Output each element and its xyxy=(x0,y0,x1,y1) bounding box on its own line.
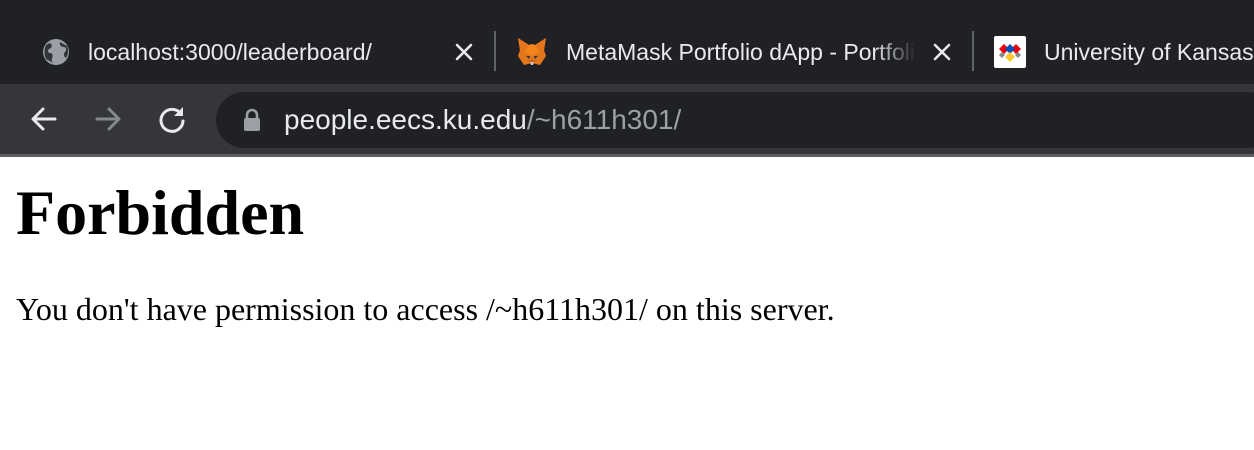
page-content: Forbidden You don't have permission to a… xyxy=(0,157,1254,450)
error-message: You don't have permission to access /~h6… xyxy=(16,291,835,327)
ku-logo-icon xyxy=(994,36,1026,68)
back-arrow-icon[interactable] xyxy=(24,99,64,139)
browser-toolbar: people.eecs.ku.edu/~h611h301/ xyxy=(0,84,1254,154)
tab-metamask-portfolio[interactable]: MetaMask Portfolio dApp - Portfolio xyxy=(496,14,972,84)
tab-title: University of Kansas xyxy=(1044,39,1254,65)
page-title: Forbidden xyxy=(16,177,305,248)
close-tab-icon[interactable] xyxy=(450,38,478,66)
metamask-fox-icon xyxy=(516,36,548,68)
url-path: /~h611h301/ xyxy=(526,104,682,135)
tab-title: MetaMask Portfolio dApp - Portfolio xyxy=(566,39,916,65)
url-host: people.eecs.ku.edu xyxy=(284,104,527,135)
close-tab-icon[interactable] xyxy=(928,38,956,66)
globe-icon xyxy=(40,36,72,68)
tab-title: localhost:3000/leaderboard/ xyxy=(88,39,372,65)
tab-university-of-kansas[interactable]: University of Kansas xyxy=(974,14,1254,84)
lock-icon[interactable] xyxy=(240,108,264,132)
tab-localhost-leaderboard[interactable]: localhost:3000/leaderboard/ xyxy=(0,14,495,84)
address-bar[interactable]: people.eecs.ku.edu/~h611h301/ xyxy=(216,92,1254,148)
tab-strip: localhost:3000/leaderboard/ MetaMask Por… xyxy=(0,0,1254,84)
forward-arrow-icon[interactable] xyxy=(88,99,128,139)
url-text: people.eecs.ku.edu/~h611h301/ xyxy=(284,92,681,148)
reload-icon[interactable] xyxy=(152,99,192,139)
